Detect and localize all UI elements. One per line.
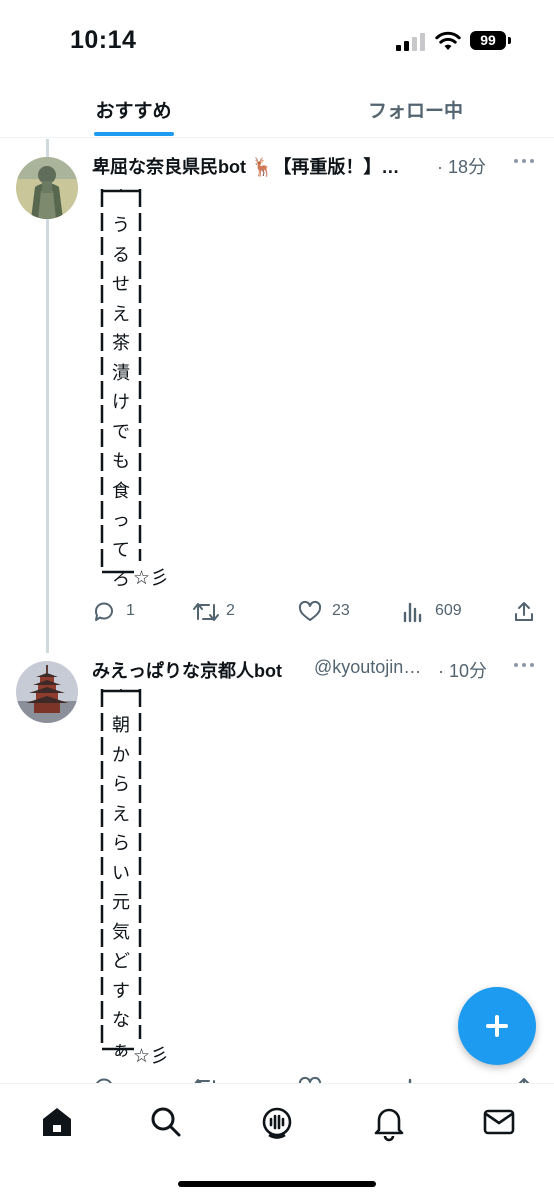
retweet-count: 2	[226, 602, 235, 619]
cellular-signal-icon	[396, 33, 426, 51]
compose-button[interactable]	[458, 987, 536, 1065]
tab-recommended[interactable]: おすすめ	[0, 78, 267, 138]
tweet-header: みえっぱりな京都人bot @kyoutojin… · 10分	[92, 657, 536, 687]
vertical-text: うるせえ茶漬けでも食ってろ	[112, 215, 130, 589]
signature-mark: ☆彡	[133, 1046, 170, 1067]
bell-icon	[374, 1108, 404, 1142]
timeline-tabs: おすすめ フォロー中	[0, 78, 554, 138]
mail-icon	[483, 1109, 515, 1135]
search-icon	[151, 1107, 181, 1137]
reply-icon	[94, 602, 113, 621]
notifications-tab[interactable]	[369, 1102, 409, 1142]
battery-indicator: 99	[470, 31, 506, 50]
home-tab[interactable]	[37, 1102, 77, 1142]
vertical-text: 朝からえらい元気どすなぁ	[112, 715, 130, 1060]
bottom-nav	[0, 1083, 554, 1200]
tweet-time[interactable]: · 18分	[437, 153, 486, 179]
search-tab[interactable]	[146, 1102, 186, 1142]
views-icon	[403, 602, 422, 623]
plus-icon-vertical	[495, 1015, 499, 1037]
tweet-time[interactable]: · 10分	[438, 657, 487, 683]
tab-active-indicator	[94, 132, 174, 136]
heart-icon	[298, 600, 322, 621]
tab-following[interactable]: フォロー中	[277, 78, 554, 138]
tweet-body: 朝からえらい元気どすなぁ	[100, 689, 142, 1060]
view-count: 609	[435, 602, 462, 619]
status-time: 10:14	[70, 26, 137, 54]
messages-tab[interactable]	[479, 1102, 519, 1142]
author-handle[interactable]: @kyoutojin…	[314, 657, 421, 678]
home-indicator	[178, 1181, 376, 1187]
more-options-icon[interactable]	[514, 159, 534, 165]
tweet[interactable]: 卑屈な奈良県民bot 🦌【再重版！】… · 18分 うるせえ茶漬けでも食ってろ …	[0, 139, 554, 653]
battery-tip	[508, 37, 511, 44]
author-name[interactable]: 卑屈な奈良県民bot 🦌【再重版！】…	[92, 153, 399, 179]
tab-recommended-label: おすすめ	[95, 101, 172, 122]
tweet-body: うるせえ茶漬けでも食ってろ	[100, 189, 142, 589]
status-bar: 10:14 99	[0, 0, 554, 78]
reply-count: 1	[126, 602, 135, 619]
more-options-icon[interactable]	[514, 663, 534, 669]
spaces-tab[interactable]	[257, 1102, 297, 1142]
tweet-header: 卑屈な奈良県民bot 🦌【再重版！】… · 18分	[92, 153, 536, 183]
like-count: 23	[332, 602, 350, 619]
tab-following-label: フォロー中	[367, 101, 463, 122]
author-name[interactable]: みえっぱりな京都人bot	[92, 657, 282, 683]
spaces-icon	[262, 1107, 292, 1139]
tweet-actions: 1 2 23 609	[92, 597, 536, 627]
avatar[interactable]	[16, 661, 78, 723]
share-icon	[515, 602, 533, 621]
home-icon	[43, 1108, 71, 1136]
signature-mark: ☆彡	[133, 568, 170, 589]
retweet-icon	[193, 603, 219, 621]
wifi-icon	[435, 31, 461, 50]
avatar[interactable]	[16, 157, 78, 219]
